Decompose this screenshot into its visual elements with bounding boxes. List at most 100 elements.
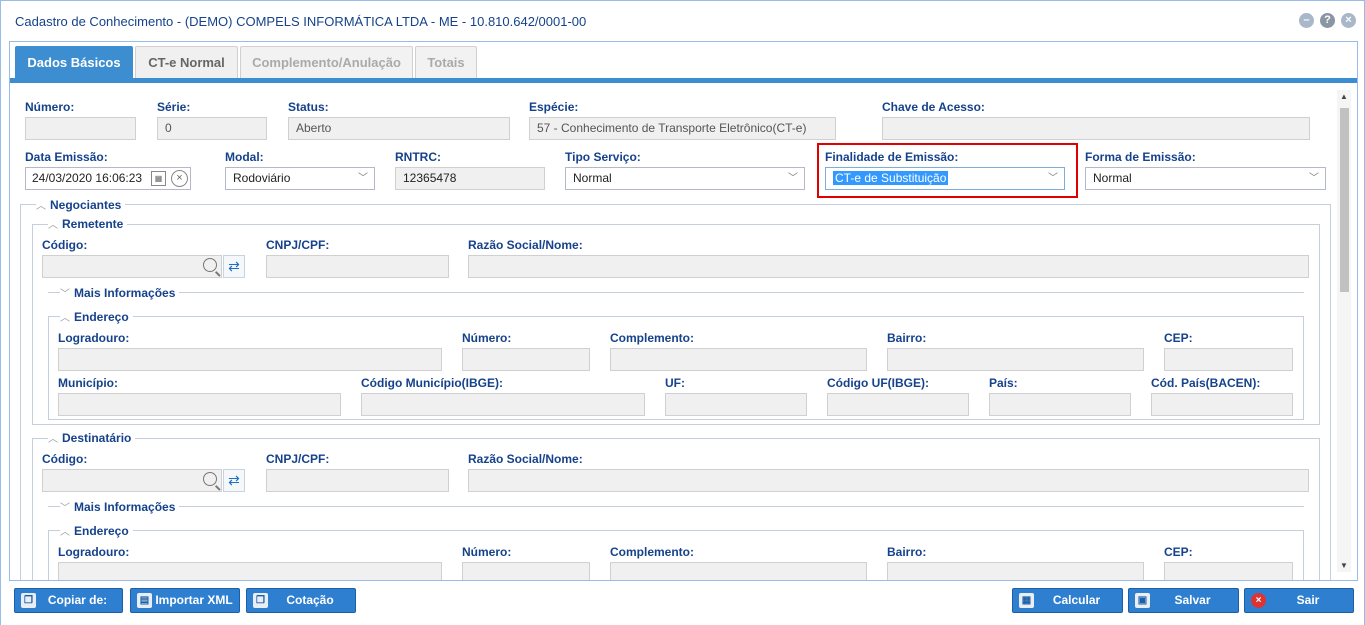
calculator-icon: ▦	[1019, 593, 1034, 608]
tab-totais[interactable]: Totais	[415, 46, 477, 78]
refresh-icon[interactable]: ⇄	[223, 255, 245, 278]
forma-emissao-select[interactable]: Normal ﹀	[1085, 167, 1326, 190]
chevron-down-icon: ﹀	[358, 173, 368, 184]
remetente-cnpj-label: CNPJ/CPF:	[266, 238, 330, 252]
remetente-title: Remetente	[62, 217, 124, 231]
cod-pais-field[interactable]	[1151, 393, 1293, 416]
municipio-label: Município:	[58, 376, 118, 390]
modal-select[interactable]: Rodoviário ﹀	[225, 167, 375, 190]
search-icon[interactable]	[203, 472, 217, 486]
copy-icon: ❐	[21, 593, 36, 608]
dest-cep-field[interactable]	[1164, 562, 1293, 580]
forma-emissao-value: Normal	[1093, 171, 1132, 185]
cod-uf-field[interactable]	[827, 393, 969, 416]
tab-cte-normal[interactable]: CT-e Normal	[135, 46, 238, 78]
finalidade-value: CT-e de Substituição	[833, 171, 949, 185]
chevron-down-icon: ﹀	[1048, 173, 1058, 184]
rntrc-label: RNTRC:	[395, 150, 441, 164]
remetente-razao-field[interactable]	[468, 255, 1309, 278]
chave-field	[882, 117, 1310, 140]
dest-logradouro-field[interactable]	[58, 562, 442, 580]
help-icon[interactable]: ?	[1320, 13, 1335, 28]
modal-label: Modal:	[225, 150, 264, 164]
numero-end-field[interactable]	[462, 348, 590, 371]
save-icon: ▣	[1135, 593, 1150, 608]
pais-field[interactable]	[989, 393, 1131, 416]
destinatario-codigo-field[interactable]	[42, 469, 222, 492]
pais-label: País:	[989, 376, 1018, 390]
bairro-field[interactable]	[887, 348, 1144, 371]
tipo-servico-value: Normal	[573, 171, 612, 185]
sair-button[interactable]: × Sair	[1244, 588, 1354, 613]
destinatario-endereco-header[interactable]: ︿ Endereço	[60, 523, 133, 538]
finalidade-select[interactable]: CT-e de Substituição ﹀	[825, 167, 1065, 190]
destinatario-razao-label: Razão Social/Nome:	[468, 452, 583, 466]
numero-field[interactable]	[25, 117, 136, 140]
vertical-scrollbar[interactable]: ▲ ▼	[1337, 90, 1351, 572]
copiar-de-button[interactable]: ❐ Copiar de:	[14, 588, 123, 613]
destinatario-mais-info-title: Mais Informações	[74, 500, 176, 514]
remetente-endereco-header[interactable]: ︿ Endereço	[60, 309, 133, 324]
remetente-mais-info-title: Mais Informações	[74, 286, 176, 300]
cod-municipio-field[interactable]	[361, 393, 645, 416]
cep-field[interactable]	[1164, 348, 1293, 371]
destinatario-codigo-label: Código:	[42, 452, 88, 466]
scroll-thumb[interactable]	[1340, 108, 1349, 292]
scroll-down-icon[interactable]: ▼	[1339, 561, 1349, 570]
forma-emissao-label: Forma de Emissão:	[1085, 150, 1196, 164]
cadastro-window: Cadastro de Conhecimento - (DEMO) COMPEL…	[0, 0, 1365, 625]
remetente-codigo-label: Código:	[42, 238, 88, 252]
remetente-endereco-title: Endereço	[74, 310, 129, 324]
remetente-cnpj-field[interactable]	[266, 255, 449, 278]
salvar-button[interactable]: ▣ Salvar	[1128, 588, 1239, 613]
destinatario-razao-field[interactable]	[468, 469, 1309, 492]
destinatario-header[interactable]: ︿ Destinatário	[48, 430, 136, 445]
document-icon: ❐	[253, 593, 268, 608]
refresh-icon[interactable]: ⇄	[223, 469, 245, 492]
dest-bairro-label: Bairro:	[887, 545, 927, 559]
remetente-header[interactable]: ︿ Remetente	[48, 216, 128, 231]
uf-field[interactable]	[665, 393, 807, 416]
logradouro-field[interactable]	[58, 348, 442, 371]
calcular-button[interactable]: ▦ Calcular	[1012, 588, 1123, 613]
serie-field[interactable]: 0	[157, 117, 267, 140]
scroll-up-icon[interactable]: ▲	[1339, 92, 1349, 101]
especie-field: 57 - Conhecimento de Transporte Eletrôni…	[529, 117, 836, 140]
destinatario-cnpj-field[interactable]	[266, 469, 449, 492]
data-emissao-field[interactable]: 24/03/2020 16:06:23 ▦ ×	[25, 167, 191, 190]
destinatario-mais-info-header[interactable]: ﹀ Mais Informações	[60, 499, 180, 514]
clear-icon[interactable]: ×	[171, 170, 188, 187]
status-label: Status:	[288, 100, 329, 114]
calendar-icon[interactable]: ▦	[151, 171, 166, 186]
tab-complemento-anulacao[interactable]: Complemento/Anulação	[240, 46, 413, 78]
remetente-mais-info-header[interactable]: ﹀ Mais Informações	[60, 285, 180, 300]
importar-xml-button[interactable]: ▤ Importar XML	[130, 588, 240, 613]
bairro-label: Bairro:	[887, 331, 927, 345]
minimize-icon[interactable]: –	[1299, 13, 1314, 28]
search-icon[interactable]	[203, 258, 217, 272]
close-icon[interactable]: ×	[1341, 13, 1356, 28]
cotacao-button[interactable]: ❐ Cotação	[246, 588, 356, 613]
dest-bairro-field[interactable]	[887, 562, 1144, 580]
dest-complemento-field[interactable]	[610, 562, 867, 580]
modal-value: Rodoviário	[233, 171, 291, 185]
tab-bar: Dados Básicos CT-e Normal Complemento/An…	[10, 42, 1357, 83]
complemento-field[interactable]	[610, 348, 867, 371]
remetente-razao-label: Razão Social/Nome:	[468, 238, 583, 252]
data-emissao-label: Data Emissão:	[25, 150, 108, 164]
uf-label: UF:	[665, 376, 685, 390]
remetente-codigo-field[interactable]	[42, 255, 222, 278]
tab-dados-basicos[interactable]: Dados Básicos	[15, 46, 133, 78]
chevron-down-icon: ﹀	[1309, 173, 1319, 184]
rntrc-field[interactable]: 12365478	[395, 167, 545, 190]
cod-pais-label: Cód. País(BACEN):	[1151, 376, 1261, 390]
negociantes-header[interactable]: ︿ Negociantes	[36, 197, 126, 212]
dest-complemento-label: Complemento:	[610, 545, 694, 559]
tipo-servico-select[interactable]: Normal ﹀	[565, 167, 805, 190]
dest-numero-field[interactable]	[462, 562, 590, 580]
tipo-servico-label: Tipo Serviço:	[565, 150, 641, 164]
dest-logradouro-label: Logradouro:	[58, 545, 130, 559]
municipio-field[interactable]	[58, 393, 341, 416]
dest-cep-label: CEP:	[1164, 545, 1193, 559]
especie-label: Espécie:	[529, 100, 579, 114]
